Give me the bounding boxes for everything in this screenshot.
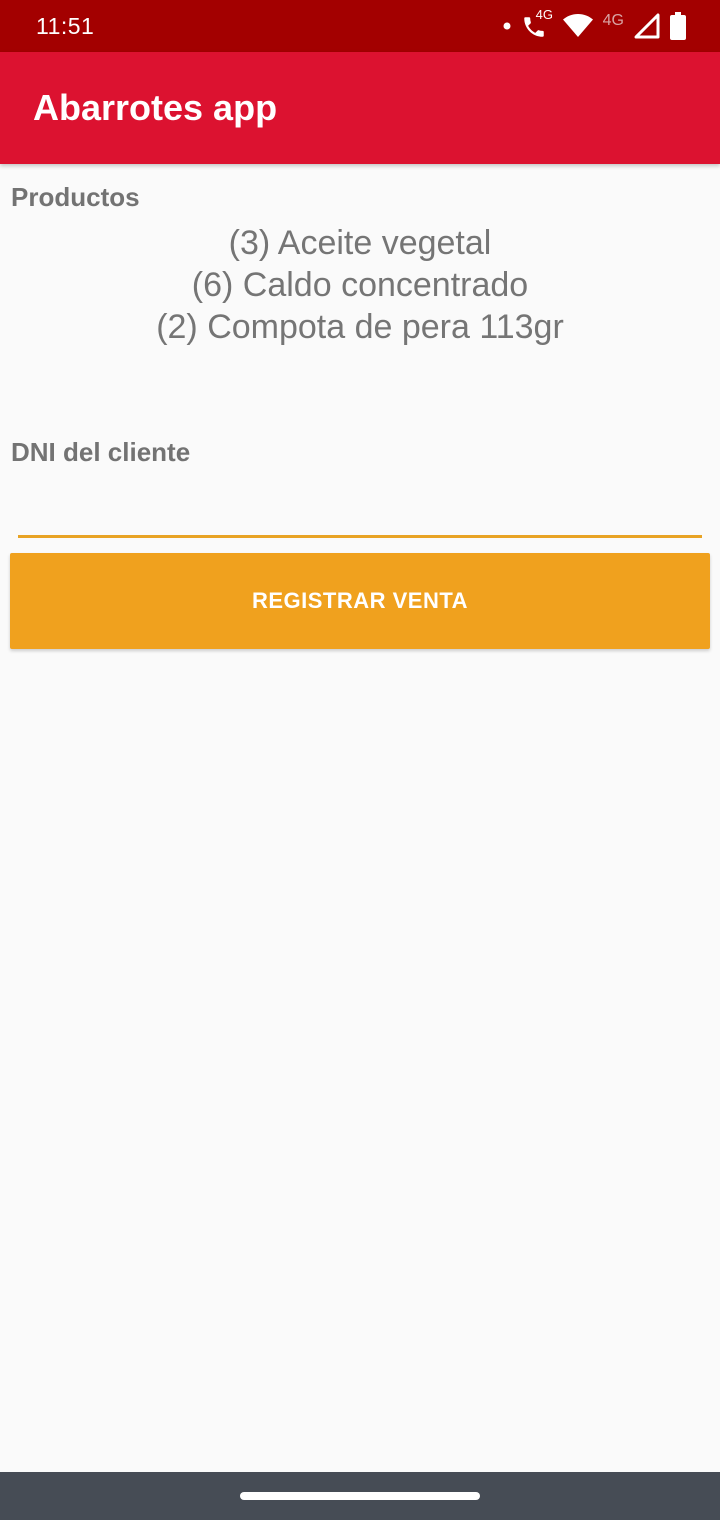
status-time: 11:51	[36, 12, 95, 39]
dni-input[interactable]	[18, 470, 702, 538]
products-label: Productos	[11, 182, 140, 212]
home-gesture-handle[interactable]	[240, 1492, 480, 1500]
dot-icon	[503, 22, 511, 30]
app-bar: Abarrotes app	[0, 52, 720, 164]
list-item: (3) Aceite vegetal	[228, 224, 492, 262]
wifi-calling-icon: 4G	[521, 7, 553, 42]
navigation-bar	[0, 1472, 720, 1520]
network-type-label: 4G	[602, 12, 624, 29]
cell-signal-icon	[634, 13, 660, 39]
dni-label: DNI del cliente	[11, 437, 191, 467]
status-bar: 11:51 4G 4G	[0, 0, 720, 52]
list-item: (6) Caldo concentrado	[191, 266, 529, 304]
register-sale-button[interactable]: REGISTRAR VENTA	[10, 553, 710, 649]
list-item: (2) Compota de pera 113gr	[156, 308, 564, 346]
products-list: (3) Aceite vegetal (6) Caldo concentrado…	[0, 222, 720, 348]
wifi-icon	[562, 14, 593, 38]
network-type-label: 4G	[535, 7, 553, 22]
app-title: Abarrotes app	[33, 87, 278, 128]
status-icons: 4G 4G	[503, 7, 686, 42]
battery-icon	[670, 12, 686, 40]
